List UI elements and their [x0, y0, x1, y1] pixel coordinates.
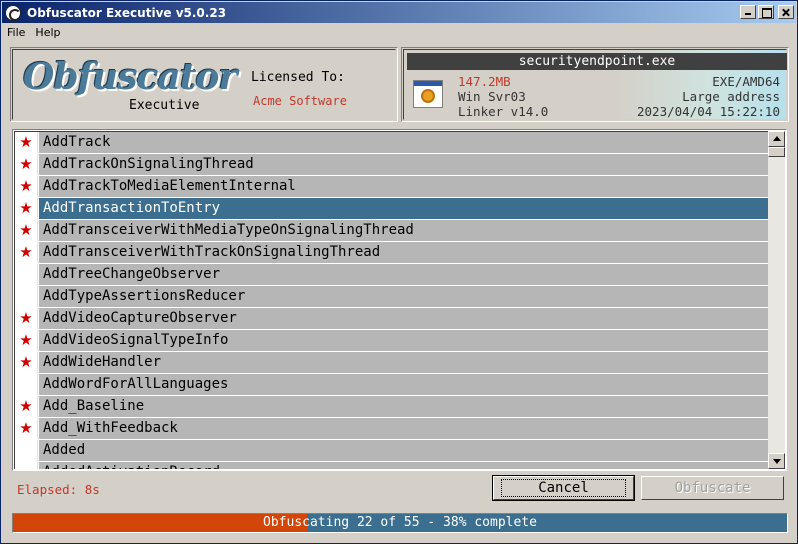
star-icon[interactable]: ★ [15, 352, 38, 373]
list-item-label: AddWordForAllLanguages [39, 374, 768, 395]
star-icon[interactable]: ★ [15, 396, 38, 417]
scroll-up-button[interactable] [768, 131, 785, 147]
app-icon[interactable] [5, 4, 21, 21]
list-item-label: AddTransceiverWithTrackOnSignalingThread [39, 242, 768, 263]
list-item-label: AddedActivationRecord [39, 462, 768, 469]
scroll-thumb[interactable] [768, 147, 785, 157]
minimize-button[interactable] [740, 5, 756, 19]
symbol-list[interactable]: ★ AddTrack ★ AddTrackOnSignalingThread ★ AddT… [12, 129, 787, 471]
file-linker: Linker v14.0 [458, 104, 549, 119]
file-info-panel: securityendpoint.exe 147.2MB Win Svr03 L… [401, 47, 789, 122]
list-item[interactable]: AddTypeAssertionsReducer [15, 286, 768, 308]
list-item[interactable]: AddWordForAllLanguages [15, 374, 768, 396]
executable-file-icon [413, 80, 443, 108]
menu-help[interactable]: Help [30, 26, 65, 39]
list-item[interactable]: AddedActivationRecord [15, 462, 768, 469]
list-item[interactable]: ★ AddTrackToMediaElementInternal [15, 176, 768, 198]
star-empty-cell[interactable] [15, 462, 38, 469]
licensee-name: Acme Software [253, 94, 347, 108]
list-item-label: AddTreeChangeObserver [39, 264, 768, 285]
list-item[interactable]: ★ AddVideoSignalTypeInfo [15, 330, 768, 352]
window-title: Obfuscator Executive v5.0.23 [27, 5, 227, 20]
logo-subtitle: Executive [129, 98, 200, 113]
star-icon[interactable]: ★ [15, 220, 38, 241]
list-item-label: Add_Baseline [39, 396, 768, 417]
star-icon[interactable]: ★ [15, 132, 38, 153]
file-name: securityendpoint.exe [407, 53, 787, 70]
progress-text: Obfuscating 22 of 55 - 38% complete [263, 515, 537, 530]
list-item-label: AddTrackOnSignalingThread [39, 154, 768, 175]
elapsed-time: Elapsed: 8s [17, 482, 100, 497]
star-icon[interactable]: ★ [15, 242, 38, 263]
star-empty-cell[interactable] [15, 264, 38, 285]
file-size: 147.2MB [458, 74, 511, 89]
vertical-scrollbar[interactable] [768, 131, 785, 469]
file-arch: EXE/AMD64 [712, 74, 780, 89]
star-icon[interactable]: ★ [15, 198, 38, 219]
list-item[interactable]: ★ AddWideHandler [15, 352, 768, 374]
list-item-label: AddTrackToMediaElementInternal [39, 176, 768, 197]
list-item[interactable]: ★ Add_Baseline [15, 396, 768, 418]
list-item[interactable]: ★ AddTransactionToEntry [15, 198, 768, 220]
list-item-label: AddTypeAssertionsReducer [39, 286, 768, 307]
close-button[interactable] [778, 5, 794, 19]
list-item-label: Added [39, 440, 768, 461]
main-window: Obfuscator Executive v5.0.23 File Help O… [0, 0, 798, 544]
star-empty-cell[interactable] [15, 440, 38, 461]
list-item[interactable]: ★ AddTrackOnSignalingThread [15, 154, 768, 176]
list-item-label: Add_WithFeedback [39, 418, 768, 439]
list-item[interactable]: ★ AddTransceiverWithMediaTypeOnSignalingT… [15, 220, 768, 242]
licensed-label: Licensed To: [251, 70, 345, 85]
progress-bar: Obfuscating 22 of 55 - 38% complete [12, 513, 788, 533]
star-icon[interactable]: ★ [15, 418, 38, 439]
list-item[interactable]: ★ Add_WithFeedback [15, 418, 768, 440]
logo: Obfuscator [23, 56, 237, 98]
obfuscate-button[interactable]: Obfuscate [641, 476, 784, 500]
star-icon[interactable]: ★ [15, 154, 38, 175]
scroll-down-button[interactable] [768, 453, 785, 469]
list-item[interactable]: ★ AddVideoCaptureObserver [15, 308, 768, 330]
title-bar[interactable]: Obfuscator Executive v5.0.23 [2, 2, 796, 23]
file-timestamp: 2023/04/04 15:22:10 [637, 104, 780, 119]
star-empty-cell[interactable] [15, 286, 38, 307]
list-item[interactable]: AddTreeChangeObserver [15, 264, 768, 286]
maximize-button[interactable] [758, 5, 774, 19]
menu-file[interactable]: File [2, 26, 30, 39]
list-item-label: AddVideoSignalTypeInfo [39, 330, 768, 351]
list-item-label: AddWideHandler [39, 352, 768, 373]
list-item-label: AddVideoCaptureObserver [39, 308, 768, 329]
star-icon[interactable]: ★ [15, 330, 38, 351]
list-item[interactable]: Added [15, 440, 768, 462]
list-item-label: AddTransactionToEntry [39, 198, 768, 219]
menu-bar: File Help [2, 23, 796, 41]
cancel-button[interactable]: Cancel [492, 475, 635, 501]
file-address-mode: Large address [682, 89, 780, 104]
symbol-list-rows: ★ AddTrack ★ AddTrackOnSignalingThread ★ AddT… [14, 131, 768, 469]
star-icon[interactable]: ★ [15, 308, 38, 329]
star-empty-cell[interactable] [15, 374, 38, 395]
list-item[interactable]: ★ AddTransceiverWithTrackOnSignalingThrea… [15, 242, 768, 264]
license-panel: Obfuscator Executive Licensed To: Acme S… [10, 47, 398, 122]
window-controls [740, 5, 794, 19]
file-os: Win Svr03 [458, 89, 526, 104]
list-item-label: AddTrack [39, 132, 768, 153]
cancel-button-label: Cancel [501, 479, 626, 497]
list-item[interactable]: ★ AddTrack [15, 132, 768, 154]
star-icon[interactable]: ★ [15, 176, 38, 197]
list-item-label: AddTransceiverWithMediaTypeOnSignalingTh… [39, 220, 768, 241]
